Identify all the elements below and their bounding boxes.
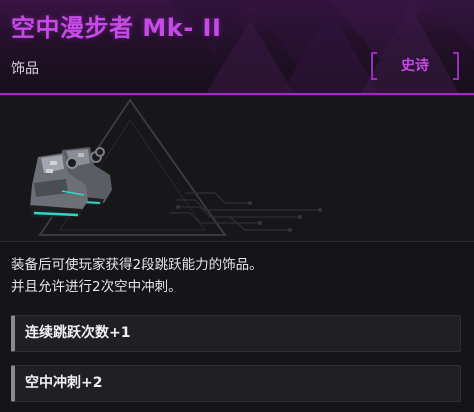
effect-label: 空中冲刺+2 — [25, 375, 103, 391]
item-title: 空中漫步者 Mk- II — [11, 14, 222, 42]
item-category: 饰品 — [11, 61, 39, 77]
item-tooltip-card: 空中漫步者 Mk- II 饰品 史诗 装备后可使玩家获得2段跳跃能力的饰品。 并… — [0, 0, 474, 412]
description-line: 并且允许进行2次空中冲刺。 — [11, 279, 182, 295]
rarity-label: 史诗 — [401, 58, 429, 74]
effect-label: 连续跳跃次数+1 — [25, 325, 131, 341]
item-header: 空中漫步者 Mk- II 饰品 史诗 — [0, 0, 474, 95]
rarity-badge: 史诗 — [371, 52, 459, 80]
item-image-area — [0, 95, 474, 241]
description-line: 装备后可使玩家获得2段跳跃能力的饰品。 — [11, 257, 263, 273]
effect-row-double-jump: 连续跳跃次数+1 — [11, 315, 461, 352]
effect-row-air-dash: 空中冲刺+2 — [11, 365, 461, 402]
item-description: 装备后可使玩家获得2段跳跃能力的饰品。 并且允许进行2次空中冲刺。 — [11, 254, 461, 298]
mech-boots-icon — [30, 147, 112, 217]
image-divider — [0, 241, 474, 242]
